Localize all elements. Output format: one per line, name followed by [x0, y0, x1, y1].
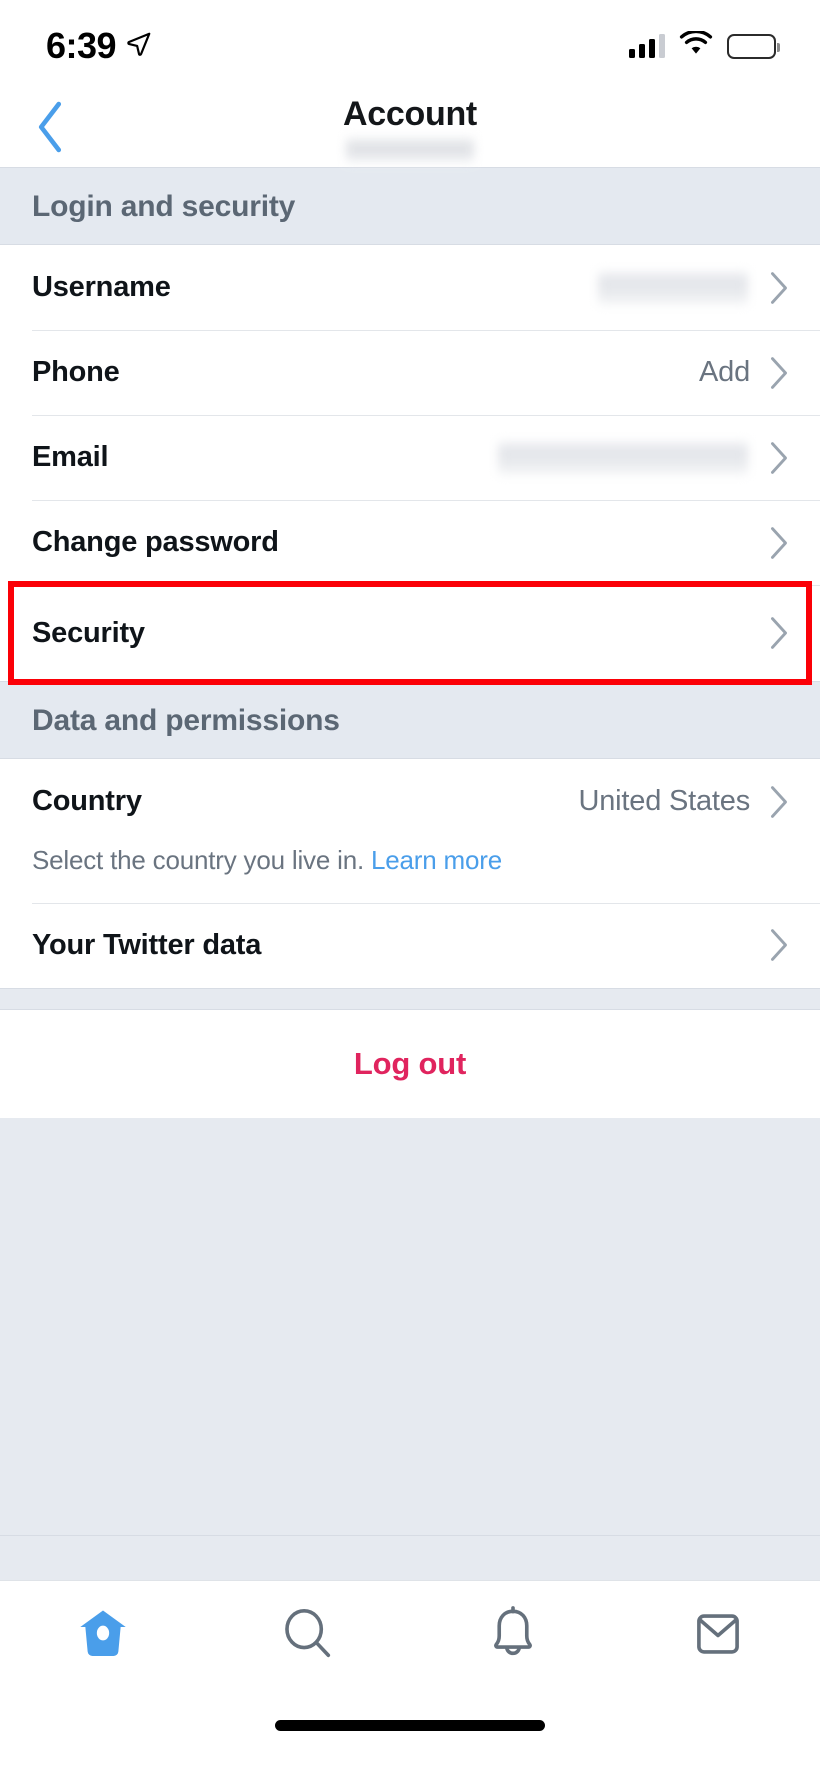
- tab-messages[interactable]: [615, 1581, 820, 1692]
- row-label: Change password: [32, 526, 279, 558]
- row-label: Email: [32, 441, 109, 473]
- tab-home[interactable]: [0, 1581, 205, 1692]
- status-bar-right: [629, 29, 780, 61]
- battery-icon: [727, 33, 780, 59]
- page-title-wrap: Account: [0, 97, 820, 162]
- home-indicator-area: [0, 1692, 820, 1776]
- email-value-redacted: [498, 440, 748, 475]
- tab-search[interactable]: [205, 1581, 410, 1692]
- username-value-redacted: [598, 270, 748, 305]
- bottom-tab-bar: [0, 1580, 820, 1692]
- status-bar: 6:39: [0, 0, 820, 92]
- row-label: Security: [32, 616, 145, 649]
- section-header-label: Login and security: [32, 190, 296, 223]
- log-out-button[interactable]: Log out: [0, 1009, 820, 1118]
- cellular-signal-icon: [629, 34, 665, 58]
- row-label: Country: [32, 785, 142, 817]
- page-title: Account: [343, 95, 477, 133]
- row-your-twitter-data[interactable]: Your Twitter data: [0, 902, 820, 988]
- status-bar-left: 6:39: [46, 28, 152, 64]
- section-header-label: Data and permissions: [32, 704, 340, 737]
- navigation-bar: Account: [0, 92, 820, 167]
- settings-content: Login and security Username Phone Add Em…: [0, 167, 820, 1580]
- chevron-right-icon: [768, 439, 790, 477]
- country-value: United States: [578, 785, 751, 817]
- location-arrow-icon: [126, 31, 152, 62]
- group-login-and-security: Username Phone Add Email Change password…: [0, 245, 820, 685]
- phone-value: Add: [699, 356, 750, 388]
- country-caption: Select the country you live in. Learn mo…: [0, 844, 820, 903]
- group-data-and-permissions: Country United States Select the country…: [0, 759, 820, 988]
- back-button[interactable]: [22, 100, 82, 160]
- chevron-right-icon: [768, 354, 790, 392]
- tab-notifications[interactable]: [410, 1581, 615, 1692]
- row-email[interactable]: Email: [0, 415, 820, 500]
- row-phone[interactable]: Phone Add: [0, 330, 820, 415]
- chevron-right-icon: [768, 783, 790, 821]
- section-header-login-and-security: Login and security: [0, 167, 820, 245]
- search-icon: [279, 1605, 337, 1668]
- empty-area: [0, 1117, 820, 1536]
- log-out-label: Log out: [353, 1045, 467, 1081]
- row-country[interactable]: Country United States: [0, 759, 820, 844]
- row-label: Phone: [32, 356, 120, 388]
- row-username[interactable]: Username: [0, 245, 820, 330]
- section-header-data-and-permissions: Data and permissions: [0, 681, 820, 759]
- chevron-left-icon: [35, 100, 69, 159]
- row-label: Username: [32, 271, 171, 303]
- wifi-icon: [679, 29, 713, 61]
- chevron-right-icon: [768, 524, 790, 562]
- home-birdhouse-icon: [74, 1605, 132, 1668]
- row-security[interactable]: Security: [0, 585, 820, 681]
- row-label: Your Twitter data: [32, 928, 262, 961]
- country-caption-text: Select the country you live in.: [32, 845, 372, 875]
- chevron-right-icon: [768, 614, 790, 652]
- page-subtitle-redacted: [346, 138, 474, 162]
- status-bar-clock: 6:39: [46, 25, 117, 66]
- learn-more-link[interactable]: Learn more: [371, 845, 502, 875]
- home-indicator[interactable]: [275, 1720, 545, 1731]
- chevron-right-icon: [768, 926, 790, 964]
- section-gap: [0, 987, 820, 1010]
- row-change-password[interactable]: Change password: [0, 500, 820, 585]
- phone-screen: 6:39 Account Login and security Username…: [0, 0, 820, 1776]
- chevron-right-icon: [768, 269, 790, 307]
- bell-icon: [484, 1605, 542, 1668]
- envelope-icon: [689, 1605, 747, 1668]
